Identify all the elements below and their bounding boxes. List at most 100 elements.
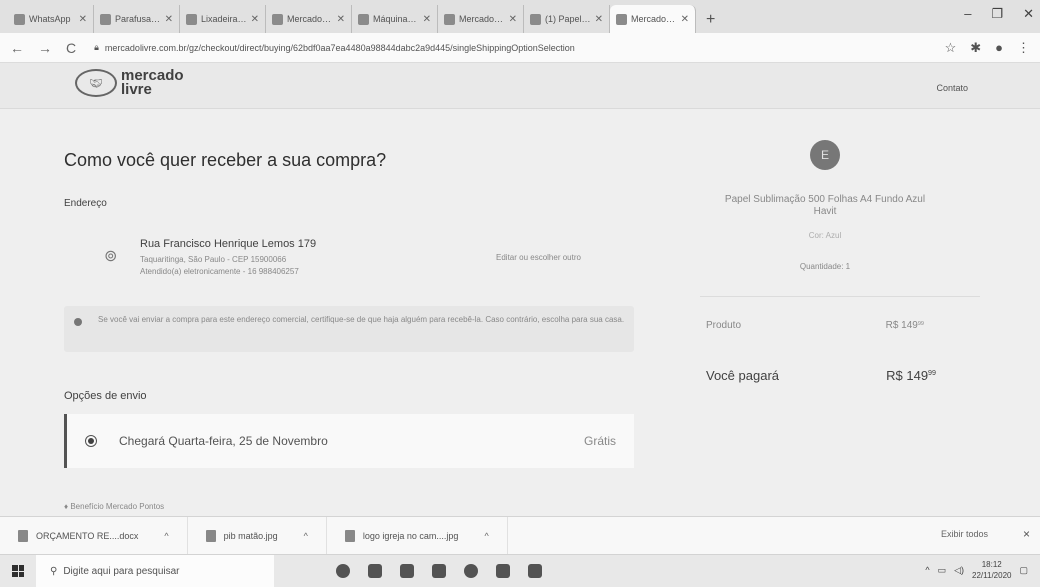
task-view-icon[interactable]: [368, 564, 382, 578]
address-street: Rua Francisco Henrique Lemos 179: [140, 238, 317, 250]
trophy-icon: ♦: [64, 502, 69, 511]
lock-icon: 🔒︎: [94, 42, 99, 52]
product-label: Produto: [706, 320, 742, 331]
image-file-icon: [344, 529, 355, 542]
word-icon[interactable]: [496, 564, 510, 578]
shipping-option[interactable]: Chegará Quarta-feira, 25 de Novembro Grá…: [64, 414, 634, 468]
close-icon[interactable]: ✕: [337, 14, 345, 25]
product-thumbnail: E: [810, 140, 840, 170]
back-icon[interactable]: ←: [10, 40, 24, 56]
tab-parafusadeira[interactable]: Parafusadeira ✕: [94, 5, 180, 33]
close-icon[interactable]: ✕: [595, 14, 603, 25]
site-header: 🤝︎ mercado livre Contato: [0, 63, 1040, 109]
minimize-icon[interactable]: –: [964, 6, 971, 22]
close-icon[interactable]: ✕: [423, 14, 431, 25]
tab-whatsapp[interactable]: WhatsApp ✕: [8, 5, 94, 33]
tab-lixadeira[interactable]: Lixadeira Orbi ✕: [180, 5, 266, 33]
windows-taskbar: ⚲ Digite aqui para pesquisar ^ ▭ ◁) 18:1…: [0, 554, 1040, 587]
taskbar-search[interactable]: ⚲ Digite aqui para pesquisar: [36, 554, 274, 587]
download-shelf: ORÇAMENTO RE....docx ^ pib matão.jpg ^ log…: [0, 516, 1040, 554]
clock[interactable]: 18:12 22/11/2020: [972, 559, 1011, 581]
url-field[interactable]: 🔒︎ mercadolivre.com.br/gz/checkout/direc…: [90, 37, 930, 59]
chevron-up-icon[interactable]: ^: [164, 531, 168, 541]
star-icon[interactable]: ☆: [945, 40, 957, 56]
download-name: logo igreja no cam....jpg: [362, 530, 459, 541]
profile-icon[interactable]: ●: [995, 40, 1003, 56]
checkout-main: Como você quer receber a sua compra? End…: [0, 110, 1040, 516]
download-name: pib matão.jpg: [223, 530, 278, 541]
edge-icon[interactable]: [400, 564, 414, 578]
tab-mercado-livre-2[interactable]: Mercado Livre ✕: [438, 5, 524, 33]
toolbar-icons: ☆ ✱ ● ⋮: [945, 40, 1030, 56]
site-icon: [530, 13, 541, 25]
mercado-livre-icon: [444, 13, 455, 25]
show-all-downloads[interactable]: Exibir todos: [941, 529, 988, 539]
shipping-heading: Opções de envio: [64, 390, 147, 402]
volume-icon[interactable]: ◁): [954, 565, 964, 576]
search-placeholder: Digite aqui para pesquisar: [63, 565, 180, 577]
chevron-up-icon[interactable]: ^: [925, 565, 929, 575]
close-icon[interactable]: ✕: [251, 14, 259, 25]
menu-icon[interactable]: ⋮: [1017, 40, 1030, 56]
chevron-up-icon[interactable]: ^: [484, 531, 488, 541]
chevron-up-icon[interactable]: ^: [304, 531, 308, 541]
store-icon[interactable]: [432, 564, 446, 578]
tab-mercado-livre-1[interactable]: Mercado Livre ✕: [266, 5, 352, 33]
close-icon[interactable]: ✕: [165, 14, 173, 25]
logo-text-line2: livre: [121, 81, 152, 98]
contact-link[interactable]: Contato: [936, 83, 968, 93]
system-tray: ^ ▭ ◁) 18:12 22/11/2020 ▢: [925, 559, 1028, 581]
download-item[interactable]: pib matão.jpg ^: [188, 517, 327, 554]
site-icon: [358, 13, 369, 25]
extensions-icon[interactable]: ✱: [970, 40, 981, 56]
product-quantity: Quantidade: 1: [799, 262, 851, 271]
summary-divider: [700, 296, 980, 297]
order-summary: E Papel Sublimação 500 Folhas A4 Fundo A…: [680, 110, 980, 516]
total-price-main: R$ 149: [886, 368, 929, 383]
download-item[interactable]: logo igreja no cam....jpg ^: [327, 517, 508, 554]
product-price-main: R$ 149: [885, 320, 918, 331]
notifications-icon[interactable]: ▢: [1019, 565, 1028, 576]
address-notice: Se você vai enviar a compra para este en…: [64, 306, 634, 352]
chrome-icon[interactable]: [464, 564, 478, 578]
whatsapp-icon: [14, 13, 25, 25]
url-text: mercadolivre.com.br/gz/checkout/direct/b…: [104, 42, 575, 53]
close-icon[interactable]: ✕: [79, 14, 87, 25]
forward-icon[interactable]: →: [38, 40, 52, 56]
product-name: Papel Sublimação 500 Folhas A4 Fundo Azu…: [724, 194, 926, 217]
edit-address-link[interactable]: Editar ou escolher outro: [496, 253, 581, 262]
shipping-price: Grátis: [583, 434, 616, 448]
product-price-cents: 99: [917, 321, 924, 327]
mercado-livre-logo[interactable]: 🤝︎ mercado livre: [75, 68, 184, 98]
download-item[interactable]: ORÇAMENTO RE....docx ^: [0, 517, 188, 554]
cortana-icon[interactable]: [336, 564, 350, 578]
windows-icon: [12, 565, 24, 577]
tab-strip: WhatsApp ✕ Parafusadeira ✕ Lixadeira Orbi ✕…: [0, 0, 1040, 33]
tab-label: Lixadeira Orbi: [201, 14, 247, 24]
word-file-icon: [18, 529, 28, 542]
handshake-icon: 🤝︎: [75, 69, 117, 97]
maximize-icon[interactable]: ❐: [991, 6, 1003, 22]
close-icon[interactable]: ✕: [509, 14, 517, 25]
close-window-icon[interactable]: ✕: [1023, 6, 1034, 22]
close-icon[interactable]: ✕: [681, 14, 689, 25]
network-icon[interactable]: ▭: [938, 565, 947, 576]
start-button[interactable]: [0, 555, 36, 587]
tab-maquina[interactable]: Máquina de C ✕: [352, 5, 438, 33]
tab-label: Mercado Livre: [459, 14, 505, 24]
location-pin-icon: ⊚: [104, 248, 118, 265]
benefit-link[interactable]: ♦ Benefício Mercado Pontos: [64, 502, 164, 511]
address-city: Taquaritinga, São Paulo - CEP 15900066: [140, 255, 287, 264]
tab-papel-sublimacao[interactable]: (1) Papel Subl ✕: [524, 5, 610, 33]
tab-label: WhatsApp: [29, 14, 71, 24]
notice-text: Se você vai enviar a compra para este en…: [98, 315, 625, 324]
new-tab-button[interactable]: +: [696, 11, 725, 33]
reload-icon[interactable]: C: [66, 40, 76, 56]
shipping-radio[interactable]: [85, 435, 97, 447]
app-icon[interactable]: [528, 564, 542, 578]
tab-mercado-livre-active[interactable]: Mercado Livre ✕: [610, 5, 696, 33]
tab-label: (1) Papel Subl: [545, 14, 591, 24]
product-color: Cor: Azul: [808, 231, 842, 240]
close-shelf-icon[interactable]: ×: [1023, 527, 1030, 541]
window-controls: – ❐ ✕: [964, 6, 1034, 22]
